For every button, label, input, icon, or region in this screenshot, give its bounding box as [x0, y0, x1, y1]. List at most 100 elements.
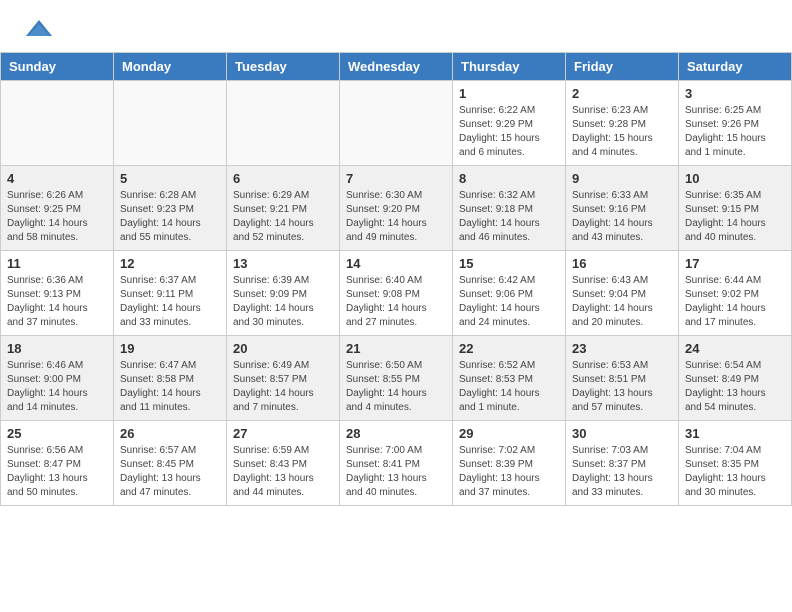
day-number: 5: [120, 171, 220, 186]
calendar-table: SundayMondayTuesdayWednesdayThursdayFrid…: [0, 52, 792, 506]
calendar-week-1: 1 Sunrise: 6:22 AM Sunset: 9:29 PM Daylig…: [1, 81, 792, 166]
day-info: Sunrise: 6:23 AM Sunset: 9:28 PM Dayligh…: [572, 104, 672, 160]
day-number: 26: [120, 426, 220, 441]
calendar-header-thursday: Thursday: [453, 53, 566, 81]
day-number: 18: [7, 341, 107, 356]
calendar-week-3: 11 Sunrise: 6:36 AM Sunset: 9:13 PM Dayli…: [1, 251, 792, 336]
calendar-cell: 23 Sunrise: 6:53 AM Sunset: 8:51 PM Dayli…: [566, 336, 679, 421]
day-info: Sunrise: 6:22 AM Sunset: 9:29 PM Dayligh…: [459, 104, 559, 160]
day-info: Sunrise: 6:46 AM Sunset: 9:00 PM Dayligh…: [7, 359, 107, 415]
calendar-cell: 9 Sunrise: 6:33 AM Sunset: 9:16 PM Daylig…: [566, 166, 679, 251]
day-info: Sunrise: 6:49 AM Sunset: 8:57 PM Dayligh…: [233, 359, 333, 415]
day-info: Sunrise: 6:42 AM Sunset: 9:06 PM Dayligh…: [459, 274, 559, 330]
calendar-header-wednesday: Wednesday: [340, 53, 453, 81]
page-header: [0, 0, 792, 52]
calendar-cell: 17 Sunrise: 6:44 AM Sunset: 9:02 PM Dayli…: [679, 251, 792, 336]
calendar-header-tuesday: Tuesday: [227, 53, 340, 81]
day-number: 24: [685, 341, 785, 356]
day-number: 2: [572, 86, 672, 101]
day-number: 4: [7, 171, 107, 186]
day-number: 8: [459, 171, 559, 186]
day-info: Sunrise: 6:59 AM Sunset: 8:43 PM Dayligh…: [233, 444, 333, 500]
calendar-cell: 7 Sunrise: 6:30 AM Sunset: 9:20 PM Daylig…: [340, 166, 453, 251]
calendar-cell: 1 Sunrise: 6:22 AM Sunset: 9:29 PM Daylig…: [453, 81, 566, 166]
calendar-cell: 11 Sunrise: 6:36 AM Sunset: 9:13 PM Dayli…: [1, 251, 114, 336]
day-info: Sunrise: 6:50 AM Sunset: 8:55 PM Dayligh…: [346, 359, 446, 415]
calendar-header-saturday: Saturday: [679, 53, 792, 81]
day-number: 7: [346, 171, 446, 186]
day-number: 11: [7, 256, 107, 271]
day-number: 22: [459, 341, 559, 356]
day-number: 23: [572, 341, 672, 356]
day-number: 14: [346, 256, 446, 271]
day-number: 9: [572, 171, 672, 186]
day-info: Sunrise: 6:53 AM Sunset: 8:51 PM Dayligh…: [572, 359, 672, 415]
logo-icon: [24, 18, 54, 42]
calendar-week-4: 18 Sunrise: 6:46 AM Sunset: 9:00 PM Dayli…: [1, 336, 792, 421]
calendar-week-5: 25Sunrise: 6:56 AM Sunset: 8:47 PM Dayli…: [1, 421, 792, 506]
day-info: Sunrise: 6:33 AM Sunset: 9:16 PM Dayligh…: [572, 189, 672, 245]
day-number: 28: [346, 426, 446, 441]
calendar-cell: 12 Sunrise: 6:37 AM Sunset: 9:11 PM Dayli…: [114, 251, 227, 336]
calendar-cell: 5 Sunrise: 6:28 AM Sunset: 9:23 PM Daylig…: [114, 166, 227, 251]
calendar-cell: 13 Sunrise: 6:39 AM Sunset: 9:09 PM Dayli…: [227, 251, 340, 336]
day-info: Sunrise: 6:35 AM Sunset: 9:15 PM Dayligh…: [685, 189, 785, 245]
day-number: 29: [459, 426, 559, 441]
day-number: 19: [120, 341, 220, 356]
day-number: 10: [685, 171, 785, 186]
day-info: Sunrise: 6:26 AM Sunset: 9:25 PM Dayligh…: [7, 189, 107, 245]
calendar-cell: 4 Sunrise: 6:26 AM Sunset: 9:25 PM Daylig…: [1, 166, 114, 251]
day-number: 13: [233, 256, 333, 271]
day-number: 12: [120, 256, 220, 271]
calendar-cell: 31 Sunrise: 7:04 AM Sunset: 8:35 PM Dayli…: [679, 421, 792, 506]
calendar-cell: 20 Sunrise: 6:49 AM Sunset: 8:57 PM Dayli…: [227, 336, 340, 421]
calendar-cell: 25Sunrise: 6:56 AM Sunset: 8:47 PM Dayli…: [1, 421, 114, 506]
day-info: Sunrise: 7:03 AM Sunset: 8:37 PM Dayligh…: [572, 444, 672, 500]
day-info: Sunrise: 6:43 AM Sunset: 9:04 PM Dayligh…: [572, 274, 672, 330]
calendar-cell: [227, 81, 340, 166]
day-info: Sunrise: 6:28 AM Sunset: 9:23 PM Dayligh…: [120, 189, 220, 245]
calendar-cell: 29Sunrise: 7:02 AM Sunset: 8:39 PM Dayli…: [453, 421, 566, 506]
day-info: Sunrise: 6:40 AM Sunset: 9:08 PM Dayligh…: [346, 274, 446, 330]
calendar-header-monday: Monday: [114, 53, 227, 81]
day-number: 1: [459, 86, 559, 101]
calendar-header-row: SundayMondayTuesdayWednesdayThursdayFrid…: [1, 53, 792, 81]
calendar-cell: 22Sunrise: 6:52 AM Sunset: 8:53 PM Dayli…: [453, 336, 566, 421]
day-number: 25: [7, 426, 107, 441]
day-info: Sunrise: 6:37 AM Sunset: 9:11 PM Dayligh…: [120, 274, 220, 330]
calendar-cell: 10 Sunrise: 6:35 AM Sunset: 9:15 PM Dayli…: [679, 166, 792, 251]
calendar-cell: 27 Sunrise: 6:59 AM Sunset: 8:43 PM Dayli…: [227, 421, 340, 506]
calendar-cell: 15Sunrise: 6:42 AM Sunset: 9:06 PM Dayli…: [453, 251, 566, 336]
day-number: 31: [685, 426, 785, 441]
calendar-cell: 2 Sunrise: 6:23 AM Sunset: 9:28 PM Daylig…: [566, 81, 679, 166]
calendar-cell: 8 Sunrise: 6:32 AM Sunset: 9:18 PM Daylig…: [453, 166, 566, 251]
calendar-cell: 24 Sunrise: 6:54 AM Sunset: 8:49 PM Dayli…: [679, 336, 792, 421]
day-info: Sunrise: 6:54 AM Sunset: 8:49 PM Dayligh…: [685, 359, 785, 415]
day-info: Sunrise: 6:57 AM Sunset: 8:45 PM Dayligh…: [120, 444, 220, 500]
day-number: 20: [233, 341, 333, 356]
day-info: Sunrise: 7:04 AM Sunset: 8:35 PM Dayligh…: [685, 444, 785, 500]
day-number: 3: [685, 86, 785, 101]
calendar-cell: 16 Sunrise: 6:43 AM Sunset: 9:04 PM Dayli…: [566, 251, 679, 336]
day-number: 17: [685, 256, 785, 271]
day-info: Sunrise: 6:44 AM Sunset: 9:02 PM Dayligh…: [685, 274, 785, 330]
calendar-cell: 30 Sunrise: 7:03 AM Sunset: 8:37 PM Dayli…: [566, 421, 679, 506]
calendar-cell: [1, 81, 114, 166]
day-info: Sunrise: 6:36 AM Sunset: 9:13 PM Dayligh…: [7, 274, 107, 330]
day-info: Sunrise: 6:30 AM Sunset: 9:20 PM Dayligh…: [346, 189, 446, 245]
calendar-cell: [340, 81, 453, 166]
calendar-cell: 28Sunrise: 7:00 AM Sunset: 8:41 PM Dayli…: [340, 421, 453, 506]
day-number: 27: [233, 426, 333, 441]
day-number: 16: [572, 256, 672, 271]
day-number: 30: [572, 426, 672, 441]
day-info: Sunrise: 6:32 AM Sunset: 9:18 PM Dayligh…: [459, 189, 559, 245]
calendar-cell: 14 Sunrise: 6:40 AM Sunset: 9:08 PM Dayli…: [340, 251, 453, 336]
calendar-week-2: 4 Sunrise: 6:26 AM Sunset: 9:25 PM Daylig…: [1, 166, 792, 251]
calendar-header-friday: Friday: [566, 53, 679, 81]
calendar-cell: 21Sunrise: 6:50 AM Sunset: 8:55 PM Dayli…: [340, 336, 453, 421]
day-info: Sunrise: 6:47 AM Sunset: 8:58 PM Dayligh…: [120, 359, 220, 415]
calendar-cell: 26 Sunrise: 6:57 AM Sunset: 8:45 PM Dayli…: [114, 421, 227, 506]
calendar-cell: [114, 81, 227, 166]
day-info: Sunrise: 6:39 AM Sunset: 9:09 PM Dayligh…: [233, 274, 333, 330]
calendar-cell: 18 Sunrise: 6:46 AM Sunset: 9:00 PM Dayli…: [1, 336, 114, 421]
